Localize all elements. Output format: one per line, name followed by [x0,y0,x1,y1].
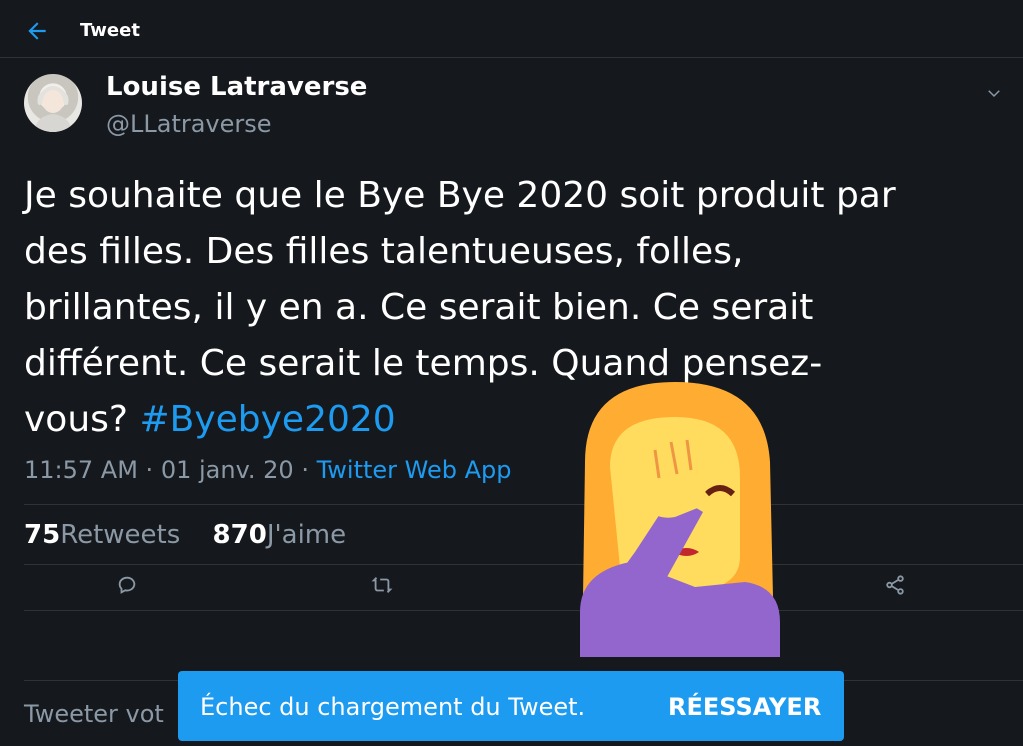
divider [24,610,1023,611]
avatar[interactable] [24,74,82,132]
face-palm-emoji [580,382,780,657]
tweet-meta: 11:57 AM · 01 janv. 20 · Twitter Web App [24,456,512,484]
retweet-icon[interactable] [371,574,393,596]
meta-separator: · [137,456,161,484]
toast-message: Échec du chargement du Tweet. [200,693,586,721]
divider [24,504,1023,505]
divider [24,564,1023,565]
compose-input[interactable]: Tweeter vot [24,700,164,728]
tweet-text: Je souhaite que le Bye Bye 2020 soit pro… [24,168,924,448]
top-bar: Tweet [0,0,1023,58]
arrow-left-icon[interactable] [24,18,50,44]
reply-icon[interactable] [116,574,138,596]
retweets-stat[interactable]: 75Retweets [24,520,204,550]
author-handle[interactable]: @LLatraverse [106,110,272,138]
tweet-date[interactable]: 01 janv. 20 [161,456,294,484]
hashtag-link[interactable]: #Byebye2020 [139,399,395,440]
likes-stat[interactable]: 870J'aime [213,520,371,550]
likes-label: J'aime [266,520,347,550]
page-title: Tweet [80,20,140,41]
retry-button[interactable]: RÉESSAYER [668,693,821,721]
retweets-label: Retweets [60,520,181,550]
chevron-down-icon[interactable] [985,84,1003,102]
tweet-time[interactable]: 11:57 AM [24,456,138,484]
retweets-count: 75 [24,520,61,550]
meta-separator: · [293,456,317,484]
likes-count: 870 [212,520,267,550]
tweet-source[interactable]: Twitter Web App [317,456,512,484]
error-toast: Échec du chargement du Tweet. RÉESSAYER [178,671,844,741]
share-icon[interactable] [884,574,906,596]
author-name[interactable]: Louise Latraverse [106,72,367,102]
tweet-stats: 75Retweets 870J'aime [24,520,370,550]
